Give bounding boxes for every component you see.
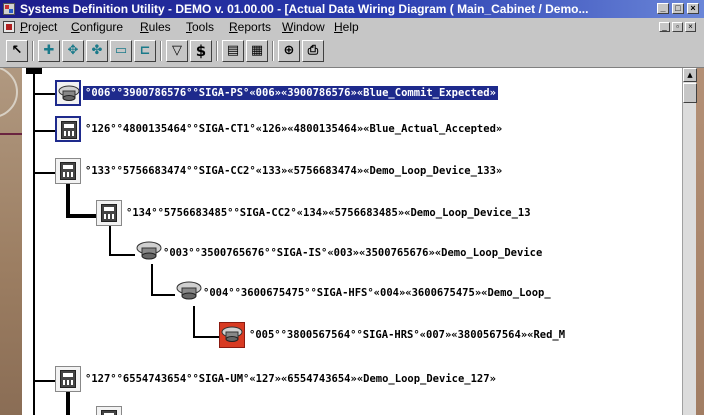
report-icon[interactable]: ▦: [246, 40, 268, 62]
toolbar-separator: [272, 41, 274, 61]
module-icon[interactable]: ▭: [110, 40, 132, 62]
module-icon: [55, 158, 81, 184]
window-title: Systems Definition Utility - DEMO v. 01.…: [20, 2, 589, 16]
document-icon[interactable]: [3, 21, 15, 33]
menu-project[interactable]: Project: [20, 18, 57, 36]
minimize-button[interactable]: _: [657, 3, 669, 14]
tree-connector: [109, 254, 135, 256]
loop-icon[interactable]: ⊏: [134, 40, 156, 62]
toolbar-separator: [216, 41, 218, 61]
module-icon: [96, 200, 122, 226]
dollar-icon[interactable]: $: [190, 40, 212, 62]
maximize-button[interactable]: □: [672, 3, 684, 14]
tree-connector: [33, 93, 55, 95]
menu-rules[interactable]: Rules: [140, 18, 171, 36]
group-add-icon[interactable]: ✤: [86, 40, 108, 62]
child-minimize-button[interactable]: _: [659, 22, 670, 32]
tree-node-label: °004°°3600675475°°SIGA-HFS°«004»«3600675…: [203, 287, 551, 299]
alarm-detector-icon: [219, 322, 245, 348]
scroll-up-arrow-icon[interactable]: ▲: [683, 68, 697, 82]
menu-bar: Project Configure Rules Tools Reports Wi…: [0, 18, 704, 36]
tree-node-label: °126°°4800135464°°SIGA-CT1°«126»«4800135…: [85, 123, 503, 135]
smoke-detector-icon: [135, 240, 162, 266]
tree-connector: [66, 214, 96, 218]
menu-configure[interactable]: Configure: [71, 18, 123, 36]
scrollbar-thumb[interactable]: [683, 83, 697, 103]
toolbar-separator: [160, 41, 162, 61]
add-device-icon[interactable]: ✚: [38, 40, 60, 62]
menu-help[interactable]: Help: [334, 18, 359, 36]
heat-detector-icon: [175, 280, 202, 306]
tree-branch-line: [151, 264, 153, 296]
tree-node-label: °133°°5756683474°°SIGA-CC2°«133»«5756683…: [85, 165, 503, 177]
title-bar: Systems Definition Utility - DEMO v. 01.…: [0, 0, 704, 18]
tree-node-label: °003°°3500765676°°SIGA-IS°«003»«35007656…: [163, 247, 543, 259]
tree-connector: [33, 172, 55, 174]
wiring-diagram-canvas[interactable]: °006°°3900786576°°SIGA-PS°«006»«39007865…: [22, 68, 682, 415]
tree-connector: [33, 380, 55, 382]
database-icon[interactable]: ▤: [222, 40, 244, 62]
smoke-detector-icon: [55, 80, 81, 106]
tree-branch-line: [66, 184, 70, 216]
close-button[interactable]: ×: [687, 3, 699, 14]
toolbar-separator: [32, 41, 34, 61]
tree-branch-line: [193, 306, 195, 338]
zoom-icon[interactable]: ⊕: [278, 40, 300, 62]
tree-node-label: °005°°3800567564°°SIGA-HRS°«007»«3800567…: [249, 329, 566, 341]
add-multiple-icon[interactable]: ✥: [62, 40, 84, 62]
background-line-decoration: [0, 133, 22, 135]
menu-window[interactable]: Window: [282, 18, 325, 36]
tree-node-label: °127°°6554743654°°SIGA-UM°«127»«65547436…: [85, 373, 496, 385]
menu-reports[interactable]: Reports: [229, 18, 271, 36]
tree-trunk-line: [33, 68, 35, 415]
menu-tools[interactable]: Tools: [186, 18, 214, 36]
print-icon[interactable]: ⎙: [302, 40, 324, 62]
filter-icon[interactable]: ▽: [166, 40, 188, 62]
tree-node-label: °134°°5756683485°°SIGA-CC2°«134»«5756683…: [126, 207, 531, 219]
tree-branch-line: [66, 392, 70, 415]
toolbar: ↖ ✚ ✥ ✤ ▭ ⊏ ▽ $ ▤ ▦ ⊕ ⎙: [0, 36, 704, 68]
child-close-button[interactable]: ×: [685, 22, 696, 32]
tree-connector: [193, 336, 219, 338]
select-pointer-icon[interactable]: ↖: [6, 40, 28, 62]
tree-node-label: °006°°3900786576°°SIGA-PS°«006»«39007865…: [83, 86, 498, 100]
tree-connector: [151, 294, 175, 296]
module-icon: [96, 406, 122, 415]
child-restore-button[interactable]: ▫: [672, 22, 683, 32]
tree-branch-line: [109, 226, 111, 256]
tree-connector: [33, 130, 55, 132]
vertical-scrollbar[interactable]: ▲: [682, 68, 697, 415]
module-icon: [55, 366, 81, 392]
app-icon[interactable]: [3, 3, 15, 15]
module-icon: [55, 116, 81, 142]
